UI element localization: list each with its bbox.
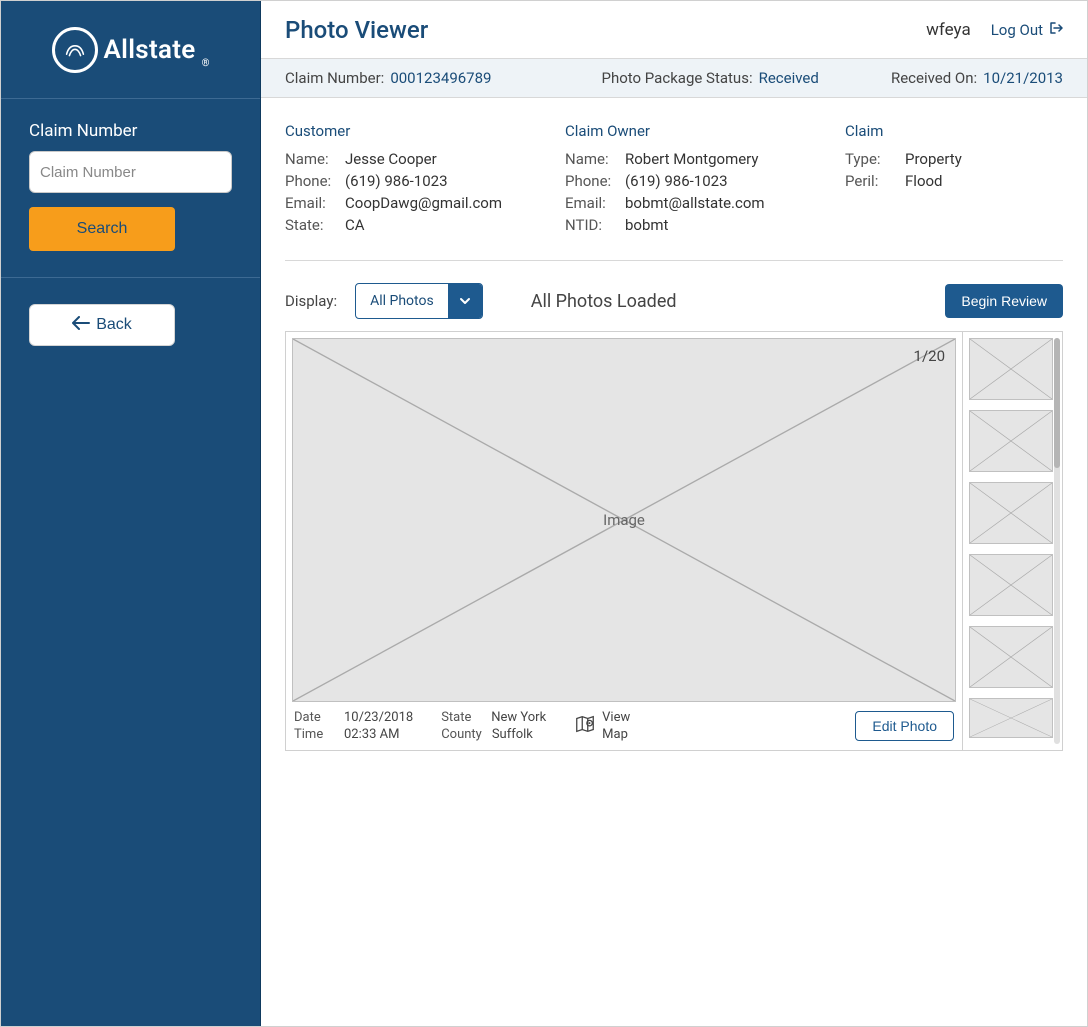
username: wfeya [926,20,971,40]
info-received-on: Received On: 10/21/2013 [891,69,1063,87]
display-select[interactable]: All Photos [355,283,483,319]
photo-count: 1/20 [914,347,945,365]
back-button-label: Back [96,316,132,334]
info-package-status-value: Received [759,69,819,87]
customer-email-row: Email:CoopDawg@gmail.com [285,194,505,212]
logo-area: Allstate ® [1,1,260,99]
brand-logo: Allstate ® [52,27,210,73]
chevron-down-icon [448,284,482,318]
loaded-status: All Photos Loaded [531,291,677,312]
thumbnail[interactable] [969,338,1053,400]
claim-number-input[interactable] [29,151,232,193]
info-received-on-value: 10/21/2013 [983,69,1063,87]
allstate-hands-icon [52,27,98,73]
claim-peril-row: Peril:Flood [845,172,1065,190]
info-received-on-label: Received On: [891,69,977,87]
map-pin-icon [574,713,596,739]
claim-col: Claim Type:Property Peril:Flood [845,122,1065,238]
search-button[interactable]: Search [29,207,175,251]
begin-review-button[interactable]: Begin Review [945,284,1063,318]
details-row: Customer Name:Jesse Cooper Phone:(619) 9… [285,122,1063,261]
logout-link[interactable]: Log Out [991,21,1063,39]
thumbnail[interactable] [969,410,1053,472]
meta-datetime: Date10/23/2018 Time02:33 AM [294,710,413,742]
customer-heading: Customer [285,122,505,140]
photo-viewer: 1/20 Image Date10/23/2018 Time02:33 AM S… [285,331,1063,751]
back-button-wrap: Back [1,278,260,372]
thumbnail-strip [962,332,1062,750]
claim-type-row: Type:Property [845,150,1065,168]
logout-icon [1049,21,1063,39]
main-photo[interactable]: 1/20 Image [292,338,956,702]
main: Photo Viewer wfeya Log Out Claim Number:… [261,1,1087,1026]
owner-heading: Claim Owner [565,122,785,140]
thumbnail[interactable] [969,626,1053,688]
claim-number-label: Claim Number [29,121,232,141]
owner-email-row: Email:bobmt@allstate.com [565,194,785,212]
content: Customer Name:Jesse Cooper Phone:(619) 9… [261,98,1087,775]
claim-search-section: Claim Number Search [1,99,260,278]
photo-meta-row: Date10/23/2018 Time02:33 AM StateNew Yor… [292,702,956,744]
customer-name-row: Name:Jesse Cooper [285,150,505,168]
arrow-left-icon [72,316,90,335]
info-package-status: Photo Package Status: Received [601,69,818,87]
brand-name: Allstate [104,35,196,65]
thumbnail-scrollbar[interactable] [1054,338,1060,744]
app-root: Allstate ® Claim Number Search Back Phot… [0,0,1088,1027]
header: Photo Viewer wfeya Log Out [261,1,1087,59]
display-select-value: All Photos [356,284,448,318]
view-map-link[interactable]: View Map [574,710,630,742]
display-row: Display: All Photos All Photos Loaded Be… [285,283,1063,319]
owner-col: Claim Owner Name:Robert Montgomery Phone… [565,122,785,238]
info-claim-number-value: 000123496789 [390,69,491,87]
claim-heading: Claim [845,122,1065,140]
registered-icon: ® [202,58,210,69]
owner-ntid-row: NTID:bobmt [565,216,785,234]
info-package-status-label: Photo Package Status: [601,69,752,87]
owner-phone-row: Phone:(619) 986-1023 [565,172,785,190]
logout-label: Log Out [991,21,1043,39]
thumbnail[interactable] [969,698,1053,738]
customer-col: Customer Name:Jesse Cooper Phone:(619) 9… [285,122,505,238]
meta-location: StateNew York CountySuffolk [441,710,546,742]
info-claim-number: Claim Number: 000123496789 [285,69,491,87]
customer-state-row: State:CA [285,216,505,234]
sidebar: Allstate ® Claim Number Search Back [1,1,261,1026]
image-placeholder-label: Image [603,511,645,529]
display-label: Display: [285,292,337,310]
edit-photo-button[interactable]: Edit Photo [855,711,954,741]
info-claim-number-label: Claim Number: [285,69,384,87]
viewer-main: 1/20 Image Date10/23/2018 Time02:33 AM S… [286,332,962,750]
back-button[interactable]: Back [29,304,175,346]
claim-infobar: Claim Number: 000123496789 Photo Package… [261,59,1087,98]
thumbnail[interactable] [969,554,1053,616]
scrollbar-thumb[interactable] [1054,338,1060,468]
page-title: Photo Viewer [285,16,926,44]
user-area: wfeya Log Out [926,20,1063,40]
thumbnail[interactable] [969,482,1053,544]
owner-name-row: Name:Robert Montgomery [565,150,785,168]
customer-phone-row: Phone:(619) 986-1023 [285,172,505,190]
